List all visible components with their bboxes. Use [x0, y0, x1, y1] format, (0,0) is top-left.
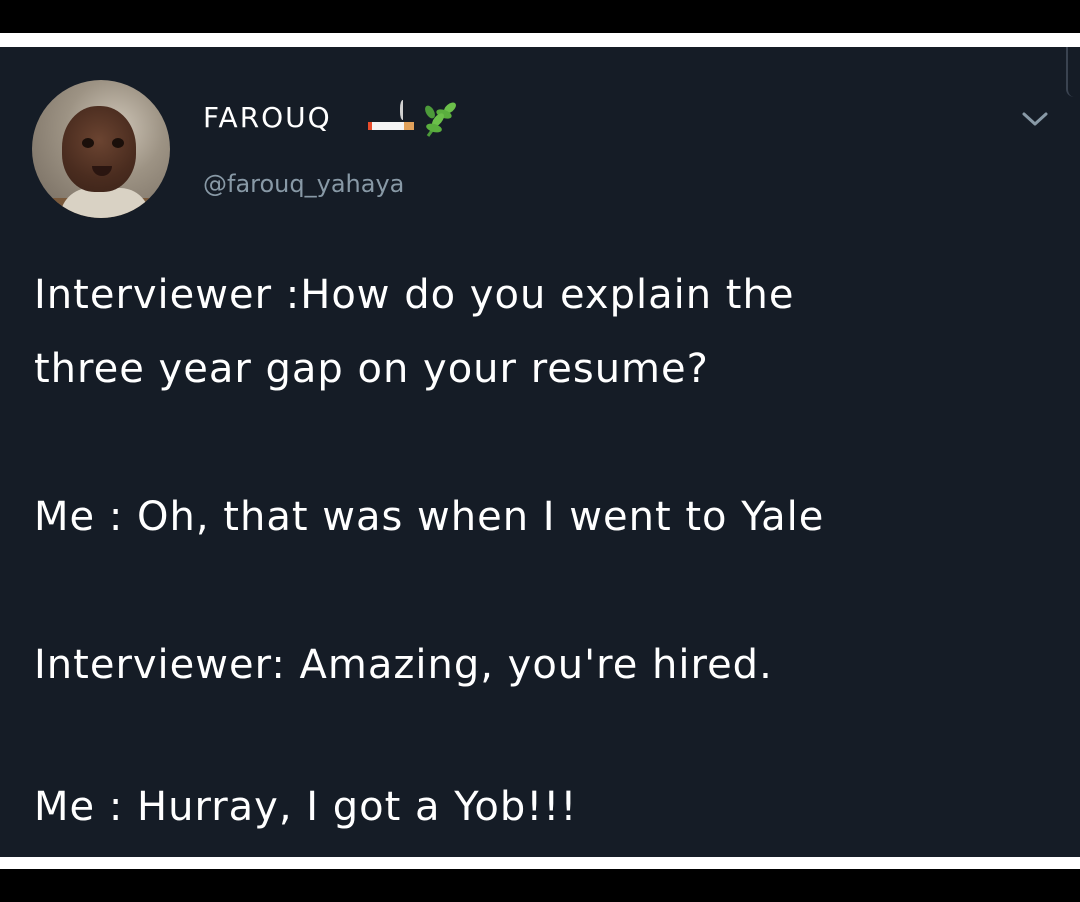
tweet-line: Interviewer :How do you explain the — [34, 272, 795, 318]
avatar-collar — [60, 188, 150, 218]
user-handle[interactable]: @farouq_yahaya — [203, 168, 404, 200]
herb-icon — [425, 102, 456, 137]
chevron-down-icon[interactable] — [1020, 108, 1050, 130]
avatar[interactable] — [32, 80, 170, 218]
top-black-bar — [0, 0, 1080, 33]
avatar-eye-left — [82, 138, 94, 148]
tweet-line: Me : Oh, that was when I went to Yale — [34, 494, 825, 540]
cigarette-icon — [368, 100, 416, 132]
top-white-border — [0, 33, 1080, 47]
avatar-face — [62, 106, 136, 192]
bottom-white-border — [0, 857, 1080, 869]
avatar-eye-right — [112, 138, 124, 148]
tweet-line: three year gap on your resume? — [34, 346, 709, 392]
display-name[interactable]: FAROUQ — [203, 100, 332, 136]
name-emojis — [368, 98, 464, 138]
scroll-edge — [1066, 47, 1080, 97]
tweet-line: Interviewer: Amazing, you're hired. — [34, 642, 773, 688]
bottom-black-bar — [0, 869, 1080, 902]
tweet-line: Me : Hurray, I got a Yob!!! — [34, 784, 578, 830]
